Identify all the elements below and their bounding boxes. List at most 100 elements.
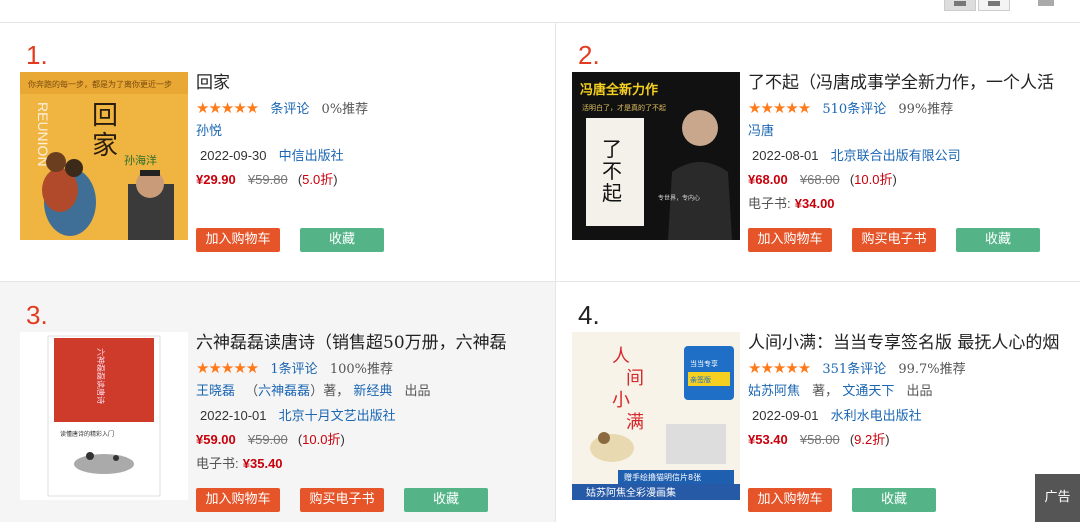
svg-text:满: 满 — [626, 412, 644, 433]
publisher-link[interactable]: 中信出版社 — [279, 149, 344, 164]
reviews-link[interactable]: 510条评论 — [822, 102, 886, 117]
author-link[interactable]: 王晓磊 — [196, 384, 235, 399]
book-cover-image[interactable]: 冯唐全新力作 活明白了，才是真的了不起 了 不 起 专世界，专内心 — [572, 72, 740, 240]
recommend-rate: 100%推荐 — [329, 362, 393, 377]
rating-stars-icon: ★★★★★ — [196, 99, 259, 117]
sale-price: ¥59.00 — [196, 432, 236, 447]
product-card-2: 2. 冯唐全新力作 活明白了，才是真的了不起 了 不 起 专世界，专内心 了不起… — [556, 22, 1080, 282]
svg-text:姑苏阿焦全彩漫画集: 姑苏阿焦全彩漫画集 — [586, 486, 676, 499]
svg-text:活明白了，才是真的了不起: 活明白了，才是真的了不起 — [582, 103, 666, 112]
ebook-price: ¥35.40 — [242, 456, 283, 471]
reviews-link[interactable]: 1条评论 — [270, 362, 317, 377]
buy-ebook-button[interactable]: 购买电子书 — [852, 228, 936, 252]
product-card-3: 3. 六神磊磊读唐诗 读懂唐诗的精彩入门 六神磊磊读唐诗（销售超50万册，六神磊… — [0, 282, 556, 522]
publish-date: 2022-10-01 — [200, 408, 267, 423]
ebook-price: ¥34.00 — [794, 196, 835, 211]
author-link[interactable]: 冯唐 — [748, 124, 774, 139]
producer-suffix: 出品 — [906, 384, 933, 399]
original-price: ¥59.80 — [247, 172, 288, 187]
publisher-link[interactable]: 水利水电出版社 — [831, 409, 922, 424]
book-cover-image[interactable]: 六神磊磊读唐诗 读懂唐诗的精彩入门 — [20, 332, 188, 500]
discount: (10.0折) — [297, 432, 345, 447]
rating-stars-icon: ★★★★★ — [748, 359, 811, 377]
rank-number: 2. — [578, 40, 600, 70]
author-suffix: 著， — [812, 384, 839, 399]
rating-stars-icon: ★★★★★ — [748, 99, 811, 117]
ebook-label: 电子书: — [748, 196, 791, 211]
rank-number: 4. — [578, 300, 600, 330]
svg-text:人: 人 — [612, 346, 630, 367]
reviews-link[interactable]: 351条评论 — [822, 362, 886, 377]
top-toolbar — [0, 0, 1080, 23]
svg-text:冯唐全新力作: 冯唐全新力作 — [580, 82, 658, 98]
product-title[interactable]: 人间小满：当当专享签名版 最抚人心的烟 — [748, 330, 1078, 356]
svg-text:六神磊磊读唐诗: 六神磊磊读唐诗 — [96, 348, 106, 404]
producer-link[interactable]: 新经典 — [353, 384, 392, 399]
product-info: 回家 ★★★★★ 条评论 0%推荐 孙悦 2022-09-30 中信出版社 ¥2… — [196, 70, 526, 192]
author-link[interactable]: 孙悦 — [196, 124, 222, 139]
product-info: 了不起（冯唐成事学全新力作，一个人活 ★★★★★ 510条评论 99%推荐 冯唐… — [748, 70, 1078, 216]
author-alias-open: （ — [245, 384, 259, 399]
favorite-button[interactable]: 收藏 — [852, 488, 936, 512]
grid-view-icon[interactable] — [944, 0, 976, 11]
product-info: 人间小满：当当专享签名版 最抚人心的烟 ★★★★★ 351条评论 99.7%推荐… — [748, 330, 1078, 452]
reviews-link[interactable]: 条评论 — [270, 102, 309, 117]
author-link[interactable]: 姑苏阿焦 — [748, 384, 800, 399]
svg-text:赠手绘撸猫明信片8张: 赠手绘撸猫明信片8张 — [624, 472, 701, 482]
svg-text:不: 不 — [602, 159, 622, 183]
ebook-label: 电子书: — [196, 456, 239, 471]
publish-date: 2022-08-01 — [752, 148, 819, 163]
publisher-link[interactable]: 北京联合出版有限公司 — [831, 149, 961, 164]
discount: (5.0折) — [297, 172, 338, 187]
producer-link[interactable]: 文通天下 — [842, 384, 894, 399]
svg-text:亲签版: 亲签版 — [690, 375, 711, 384]
original-price: ¥68.00 — [799, 172, 840, 187]
add-to-cart-button[interactable]: 加入购物车 — [748, 228, 832, 252]
publish-date: 2022-09-01 — [752, 408, 819, 423]
original-price: ¥58.00 — [799, 432, 840, 447]
book-cover-image[interactable]: 你奔跑的每一步，都是为了离你更近一步 REUNION 回 家 孙海洋 — [20, 72, 188, 240]
sale-price: ¥68.00 — [748, 172, 788, 187]
add-to-cart-button[interactable]: 加入购物车 — [196, 488, 280, 512]
svg-text:当当专享: 当当专享 — [690, 359, 718, 368]
product-title[interactable]: 了不起（冯唐成事学全新力作，一个人活 — [748, 70, 1078, 96]
product-info: 六神磊磊读唐诗（销售超50万册，六神磊 ★★★★★ 1条评论 100%推荐 王晓… — [196, 330, 526, 476]
producer-suffix: 出品 — [404, 384, 431, 399]
svg-text:孙海洋: 孙海洋 — [124, 153, 157, 167]
recommend-rate: 99%推荐 — [898, 102, 954, 117]
sale-price: ¥53.40 — [748, 432, 788, 447]
list-view-icon[interactable] — [978, 0, 1010, 11]
svg-text:间: 间 — [626, 368, 644, 389]
sale-price: ¥29.90 — [196, 172, 236, 187]
publisher-link[interactable]: 北京十月文艺出版社 — [279, 409, 396, 424]
product-title[interactable]: 六神磊磊读唐诗（销售超50万册，六神磊 — [196, 330, 526, 356]
favorite-button[interactable]: 收藏 — [300, 228, 384, 252]
rating-stars-icon: ★★★★★ — [196, 359, 259, 377]
svg-text:起: 起 — [602, 181, 622, 205]
ad-label[interactable]: 广告 — [1035, 474, 1080, 522]
original-price: ¥59.00 — [247, 432, 288, 447]
add-to-cart-button[interactable]: 加入购物车 — [748, 488, 832, 512]
svg-text:回: 回 — [92, 101, 118, 131]
favorite-button[interactable]: 收藏 — [956, 228, 1040, 252]
rank-number: 3. — [26, 300, 48, 330]
author-alias-close: ）著， — [310, 384, 350, 399]
discount: (9.2折) — [849, 432, 890, 447]
recommend-rate: 99.7%推荐 — [898, 362, 966, 377]
favorite-button[interactable]: 收藏 — [404, 488, 488, 512]
buy-ebook-button[interactable]: 购买电子书 — [300, 488, 384, 512]
product-title[interactable]: 回家 — [196, 70, 526, 96]
recommend-rate: 0%推荐 — [321, 102, 369, 117]
svg-text:读懂唐诗的精彩入门: 读懂唐诗的精彩入门 — [60, 430, 114, 438]
book-cover-image[interactable]: 人 间 小 满 当当专享 亲签版 赠手绘撸猫明信片8张 姑苏阿焦全彩漫画集 — [572, 332, 740, 500]
product-card-1: 1. 你奔跑的每一步，都是为了离你更近一步 REUNION 回 家 孙海洋 回家… — [0, 22, 556, 282]
svg-text:小: 小 — [612, 390, 630, 411]
add-to-cart-button[interactable]: 加入购物车 — [196, 228, 280, 252]
discount: (10.0折) — [849, 172, 897, 187]
view-option-icon[interactable] — [1038, 0, 1054, 6]
product-card-4: 4. 人 间 小 满 当当专享 亲签版 赠手绘撸猫明信片8张 姑苏阿焦全彩漫画集… — [556, 282, 1080, 522]
author-alias-link[interactable]: 六神磊磊 — [258, 384, 310, 399]
publish-date: 2022-09-30 — [200, 148, 267, 163]
svg-text:了: 了 — [602, 137, 622, 161]
svg-text:家: 家 — [92, 131, 118, 161]
